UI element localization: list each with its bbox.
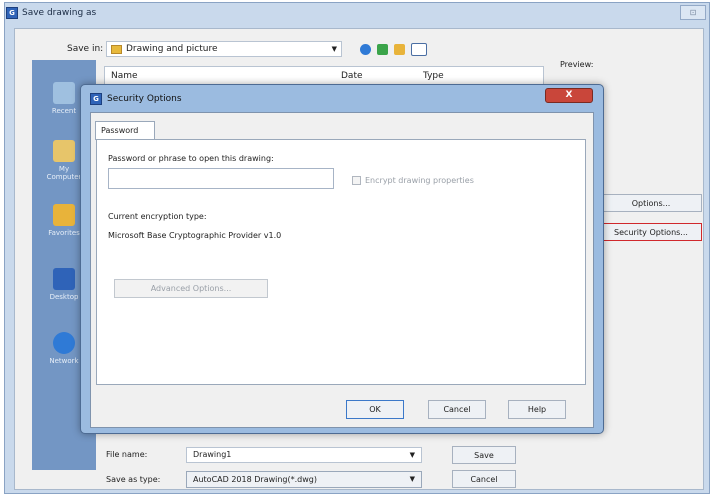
network-icon <box>53 332 75 354</box>
file-name-label: File name: <box>106 450 148 459</box>
column-header-name[interactable]: Name <box>111 71 138 81</box>
toolbar-icons <box>360 43 427 56</box>
save-in-value: Drawing and picture <box>126 44 218 54</box>
encryption-type-label: Current encryption type: <box>108 212 207 221</box>
app-icon: G <box>6 7 18 19</box>
password-input[interactable] <box>108 168 334 189</box>
file-name-value: Drawing1 <box>193 450 232 459</box>
up-folder-icon[interactable] <box>377 44 388 55</box>
favorites-icon <box>53 204 75 226</box>
tab-password[interactable]: Password <box>95 121 155 140</box>
dialog-cancel-button[interactable]: Cancel <box>428 400 486 419</box>
app-icon: G <box>90 93 102 105</box>
encrypt-properties-checkbox[interactable]: Encrypt drawing properties <box>352 176 474 185</box>
dialog-close-button[interactable]: X <box>545 88 593 103</box>
save-button[interactable]: Save <box>452 446 516 464</box>
views-icon[interactable] <box>411 43 427 56</box>
dialog-title: Security Options <box>107 94 182 104</box>
window-close-button[interactable]: ⊡ <box>680 5 706 20</box>
column-header-date[interactable]: Date <box>341 71 363 81</box>
chevron-down-icon: ▼ <box>409 451 415 459</box>
chevron-down-icon: ▼ <box>331 45 337 53</box>
dialog-title-bar: G Security Options <box>90 93 182 105</box>
encryption-provider: Microsoft Base Cryptographic Provider v1… <box>108 231 282 240</box>
folder-icon <box>111 44 122 54</box>
checkbox-box <box>352 176 361 185</box>
preview-label: Preview: <box>560 60 594 69</box>
save-in-dropdown[interactable]: Drawing and picture ▼ <box>106 41 342 57</box>
computer-icon <box>53 140 75 162</box>
chevron-down-icon: ▼ <box>409 475 415 483</box>
save-in-label: Save in: <box>67 44 104 54</box>
options-button[interactable]: Options... <box>600 194 702 212</box>
window-title-bar: G Save drawing as <box>6 6 96 20</box>
advanced-options-button[interactable]: Advanced Options... <box>114 279 268 298</box>
recent-icon <box>53 82 75 104</box>
save-as-type-value: AutoCAD 2018 Drawing(*.dwg) <box>193 475 317 484</box>
window-title: Save drawing as <box>22 8 97 18</box>
encrypt-label: Encrypt drawing properties <box>365 176 474 185</box>
save-as-type-select[interactable]: AutoCAD 2018 Drawing(*.dwg) ▼ <box>186 471 422 488</box>
password-label: Password or phrase to open this drawing: <box>108 154 274 163</box>
back-icon[interactable] <box>360 44 371 55</box>
cancel-button[interactable]: Cancel <box>452 470 516 488</box>
help-button[interactable]: Help <box>508 400 566 419</box>
new-folder-icon[interactable] <box>394 44 405 55</box>
save-as-type-label: Save as type: <box>106 475 161 484</box>
security-options-button[interactable]: Security Options... <box>600 223 702 241</box>
file-name-input[interactable]: Drawing1 ▼ <box>186 447 422 463</box>
column-header-type[interactable]: Type <box>423 71 444 81</box>
ok-button[interactable]: OK <box>346 400 404 419</box>
desktop-icon <box>53 268 75 290</box>
